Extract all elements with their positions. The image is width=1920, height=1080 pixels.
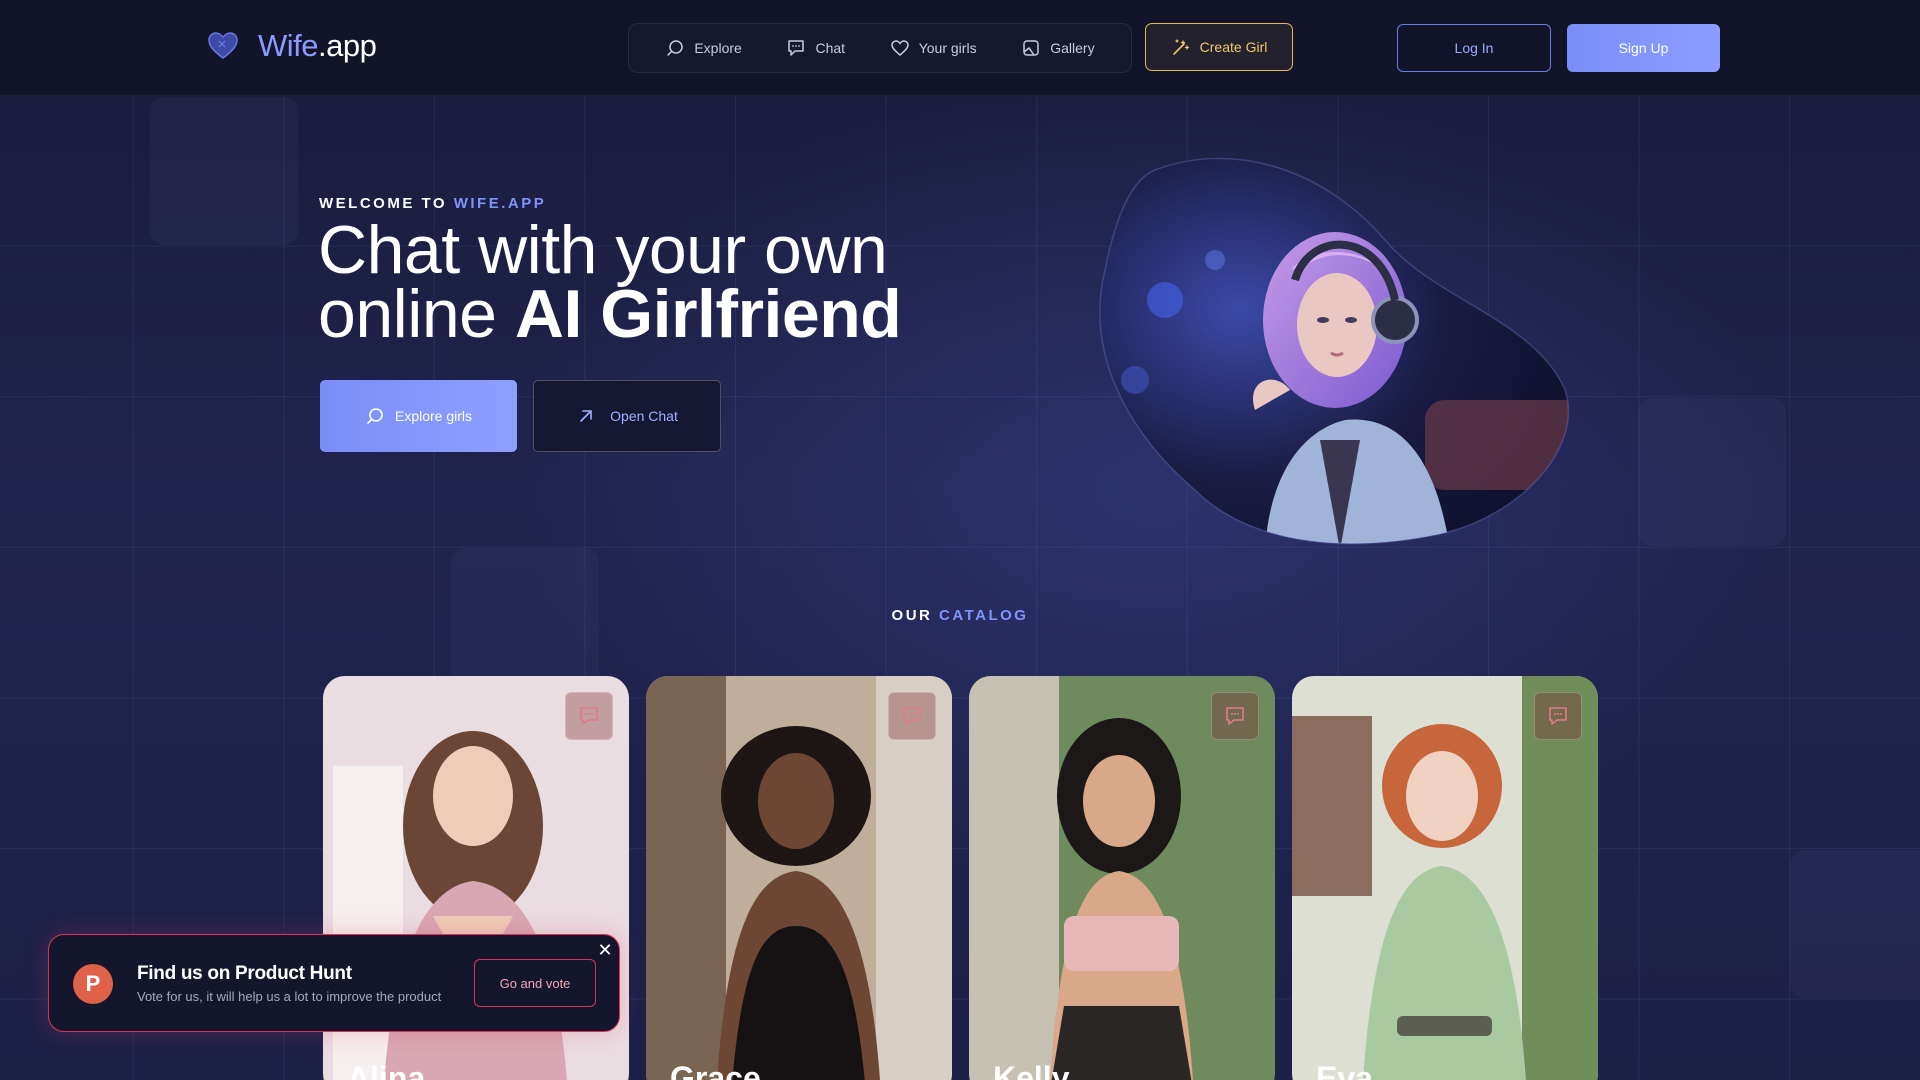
nav-label: Chat xyxy=(815,40,846,56)
main-nav: Explore Chat Your girls Gallery xyxy=(628,23,1132,73)
card-chat-button[interactable] xyxy=(1211,692,1259,740)
hero-girl-image xyxy=(1099,157,1570,545)
open-chat-label: Open Chat xyxy=(610,408,678,424)
product-hunt-toast: P Find us on Product Hunt Vote for us, i… xyxy=(48,934,620,1032)
create-girl-button[interactable]: Create Girl xyxy=(1145,23,1293,71)
close-icon[interactable]: ✕ xyxy=(596,941,614,959)
girl-card[interactable]: Grace xyxy=(646,676,952,1080)
open-chat-button[interactable]: Open Chat xyxy=(533,380,721,452)
card-name: Kelly xyxy=(993,1060,1070,1080)
go-and-vote-button[interactable]: Go and vote xyxy=(474,959,596,1007)
chat-icon xyxy=(903,707,921,725)
heart-logo-icon xyxy=(208,32,238,59)
girl-card[interactable]: Kelly xyxy=(969,676,1275,1080)
nav-item-chat[interactable]: Chat xyxy=(786,38,845,58)
card-chat-button[interactable] xyxy=(1534,692,1582,740)
hero-title-line1: Chat with your own xyxy=(318,212,888,288)
nav-item-gallery[interactable]: Gallery xyxy=(1021,38,1095,58)
explore-girls-button[interactable]: Explore girls xyxy=(320,380,517,452)
heart-icon xyxy=(890,40,909,56)
grid-highlight xyxy=(150,97,298,245)
catalog-label: OUR CATALOG xyxy=(891,607,1029,624)
explore-girls-label: Explore girls xyxy=(394,408,473,424)
hero-eyebrow: WELCOME TO WIFE.APP xyxy=(319,195,547,212)
brand-name: Wife.app xyxy=(258,28,377,63)
search-icon xyxy=(667,40,684,56)
card-chat-button[interactable] xyxy=(565,692,613,740)
chat-icon xyxy=(580,707,598,725)
girl-card[interactable]: Eva xyxy=(1292,676,1598,1080)
toast-title: Find us on Product Hunt xyxy=(137,963,352,984)
hero-title-line2: online AI Girlfriend xyxy=(318,276,902,352)
search-icon xyxy=(367,408,383,424)
nav-item-your-girls[interactable]: Your girls xyxy=(890,38,977,58)
create-girl-label: Create Girl xyxy=(1199,39,1268,55)
gallery-icon xyxy=(1023,40,1039,56)
chat-icon xyxy=(1549,707,1567,725)
arrow-up-right-icon xyxy=(580,410,592,422)
card-name: Eva xyxy=(1316,1060,1373,1080)
grid-highlight xyxy=(1638,398,1786,546)
nav-label: Your girls xyxy=(918,40,977,56)
nav-label: Explore xyxy=(694,40,742,56)
grid-highlight xyxy=(1790,850,1920,998)
login-button[interactable]: Log In xyxy=(1397,24,1551,72)
signup-button[interactable]: Sign Up xyxy=(1567,24,1720,72)
card-name: Grace xyxy=(670,1060,761,1080)
card-name: Alina xyxy=(347,1060,426,1080)
chat-icon xyxy=(788,40,805,56)
nav-item-explore[interactable]: Explore xyxy=(665,38,742,58)
nav-label: Gallery xyxy=(1050,40,1095,56)
brand-logo[interactable]: Wife.app xyxy=(206,28,377,64)
chat-icon xyxy=(1226,707,1244,725)
top-header: Wife.app Explore Chat Your girls Gallery… xyxy=(0,0,1920,96)
background-grid xyxy=(0,96,1920,1080)
product-hunt-logo: P xyxy=(73,964,113,1004)
magic-wand-icon xyxy=(1172,39,1189,55)
card-chat-button[interactable] xyxy=(888,692,936,740)
toast-subtitle: Vote for us, it will help us a lot to im… xyxy=(137,989,442,1004)
hero-title: Chat with your own online AI Girlfriend xyxy=(318,212,902,352)
